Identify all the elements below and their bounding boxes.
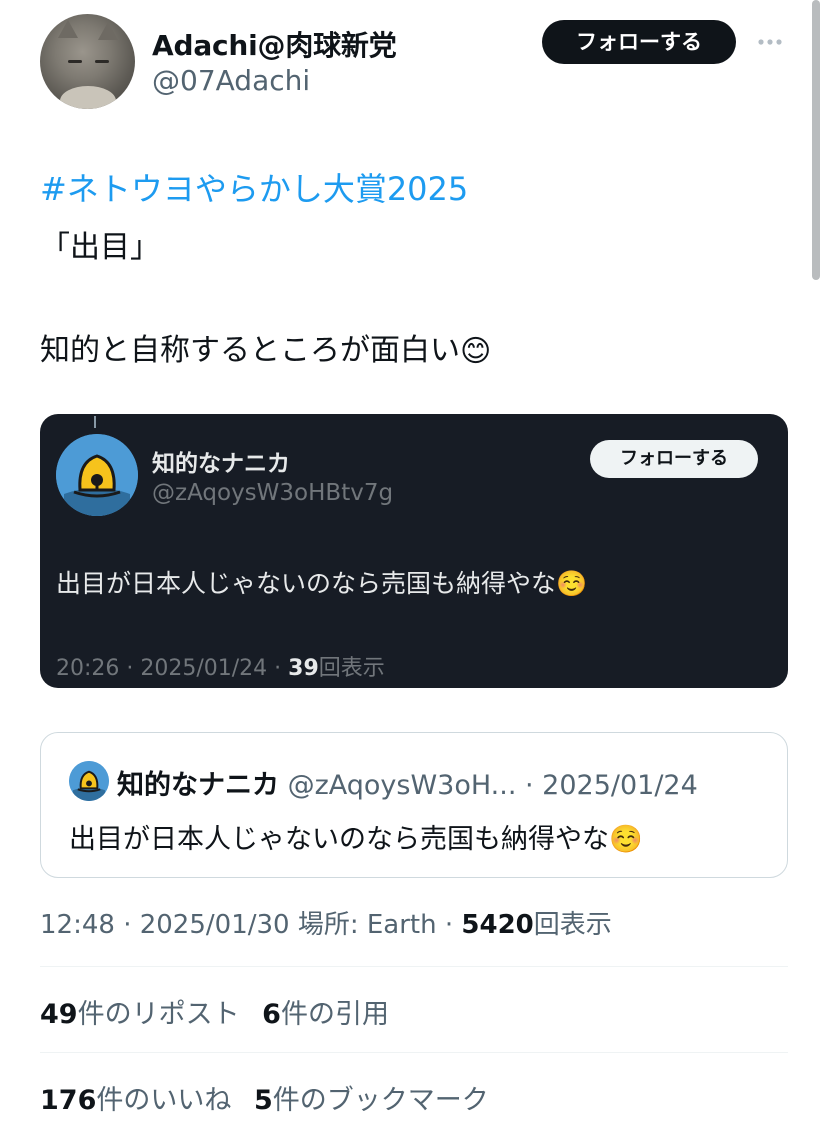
quoted-avatar — [69, 761, 109, 801]
bookmarks-link[interactable]: 5件のブックマーク — [254, 1085, 489, 1116]
engagement-stats-row-1: 49件のリポスト 6件の引用 — [40, 992, 389, 1031]
divider — [40, 966, 788, 967]
tweet-meta: 12:48 · 2025/01/30 場所: Earth · 5420回表示 — [40, 904, 612, 941]
quoted-text: 出目が日本人じゃないのなら売国も納得やな☺️ — [69, 817, 643, 856]
screenshot-text: 出目が日本人じゃないのなら売国も納得やな — [56, 569, 557, 598]
avatar-cat-eye — [95, 60, 109, 63]
screenshot-avatar — [56, 434, 138, 516]
screenshot-view-count: 39 — [288, 656, 319, 681]
repost-count: 49 — [40, 999, 78, 1030]
smiling-face-emoji: 😊 — [460, 334, 492, 369]
engagement-stats-row-2: 176件のいいね 5件のブックマーク — [40, 1078, 489, 1117]
reposts-link[interactable]: 49件のリポスト — [40, 999, 240, 1030]
tweet-timestamp-location[interactable]: 12:48 · 2025/01/30 場所: Earth · — [40, 910, 461, 940]
repost-label: 件のリポスト — [77, 999, 240, 1030]
relieved-face-emoji: ☺️ — [609, 824, 643, 855]
like-count: 176 — [40, 1085, 97, 1116]
screenshot-timestamp: 20:26 · 2025/01/24 · — [56, 656, 289, 681]
quoted-tweet-card[interactable]: 知的なナニカ @zAqoysW3oH... · 2025/01/24 出目が日本… — [40, 732, 788, 878]
quotes-link[interactable]: 6件の引用 — [262, 999, 389, 1030]
screenshot-view-label: 回表示 — [318, 656, 385, 681]
likes-link[interactable]: 176件のいいね — [40, 1085, 231, 1116]
scrollbar[interactable] — [812, 0, 820, 280]
quoted-text-body: 出目が日本人じゃないのなら売国も納得やな — [69, 824, 609, 855]
author-handle[interactable]: @07Adachi — [152, 64, 310, 97]
bookmark-label: 件のブックマーク — [272, 1085, 489, 1116]
tweet-text: 知的と自称するところが面白い — [40, 333, 460, 368]
screenshot-follow-button: フォローする — [590, 440, 758, 478]
quoted-display-name: 知的なナニカ — [117, 770, 279, 801]
tweet-text-line: 知的と自称するところが面白い😊 — [40, 325, 491, 369]
bell-icon — [56, 434, 138, 516]
screenshot-edge-mark — [94, 416, 96, 428]
quoted-handle-date: @zAqoysW3oH... · 2025/01/24 — [279, 770, 698, 801]
author-display-name[interactable]: Adachi@肉球新党 — [152, 24, 397, 64]
screenshot-meta: 20:26 · 2025/01/24 · 39回表示 — [56, 650, 385, 682]
follow-button[interactable]: フォローする — [542, 20, 736, 64]
author-avatar[interactable] — [40, 14, 135, 109]
attached-screenshot[interactable]: 知的なナニカ @zAqoysW3oHBtv7g フォローする 出目が日本人じゃな… — [40, 414, 788, 688]
tweet-detail-page: Adachi@肉球新党 @07Adachi フォローする #ネトウヨやらかし大賞… — [0, 0, 828, 1132]
avatar-cat-eye — [68, 60, 82, 63]
bell-icon — [69, 761, 109, 801]
quote-count: 6 — [262, 999, 281, 1030]
screenshot-handle: @zAqoysW3oHBtv7g — [152, 480, 394, 506]
hashtag-link[interactable]: #ネトウヨやらかし大賞2025 — [40, 164, 468, 210]
ellipsis-icon-svg — [758, 39, 782, 45]
quote-label: 件の引用 — [280, 999, 389, 1030]
screenshot-tweet-text: 出目が日本人じゃないのなら売国も納得やな☺️ — [56, 564, 587, 600]
like-label: 件のいいね — [96, 1085, 232, 1116]
quoted-header: 知的なナニカ @zAqoysW3oH... · 2025/01/24 — [117, 763, 698, 802]
tweet-view-count: 5420 — [461, 910, 534, 940]
relieved-face-emoji: ☺️ — [556, 569, 588, 598]
screenshot-display-name: 知的なナニカ — [152, 451, 290, 477]
bookmark-count: 5 — [253, 1085, 273, 1116]
avatar-cat-ear — [98, 22, 118, 40]
avatar-cat-ear — [58, 20, 78, 38]
avatar-cat-paw — [60, 86, 116, 109]
tweet-text-line: 「出目」 — [40, 230, 160, 265]
ellipsis-icon[interactable] — [754, 26, 786, 58]
tweet-view-label: 回表示 — [533, 910, 612, 940]
divider — [40, 1052, 788, 1053]
